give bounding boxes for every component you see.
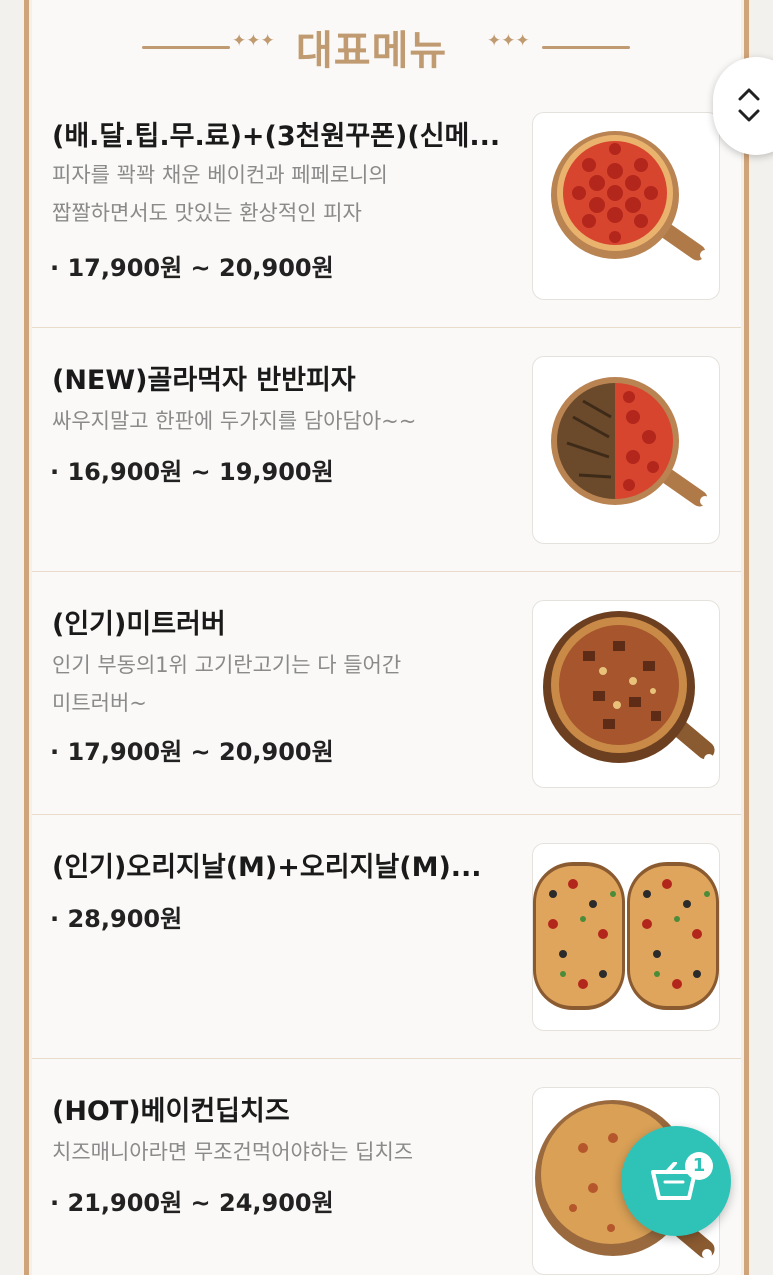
menu-item-price: · 17,900원 ~ 20,900원: [50, 738, 334, 766]
price-value: 28,900원: [67, 905, 183, 933]
menu-item-description: 인기 부동의1위 고기란고기는 다 들어간 미트러버~: [52, 646, 492, 722]
header-ornament-right: ✦✦✦: [487, 31, 530, 51]
price-value: 16,900원 ~ 19,900원: [67, 458, 334, 486]
cart-count-badge: 1: [685, 1152, 713, 1180]
menu-item[interactable]: (인기)미트러버 인기 부동의1위 고기란고기는 다 들어간 미트러버~ · 1…: [32, 572, 741, 815]
menu-item-name: (배.달.팁.무.료)+(3천원꾸폰)(신메...: [52, 121, 501, 152]
description-line: 미트러버~: [52, 691, 147, 715]
description-line: 피자를 꽉꽉 채운 베이컨과 페페로니의: [52, 163, 388, 187]
section-header: ✦✦✦ 대표메뉴 ✦✦✦: [32, 18, 741, 80]
header-line-left: [142, 46, 230, 49]
menu-item-image[interactable]: [532, 356, 720, 544]
menu-item-description: 싸우지말고 한판에 두가지를 담아담아~~: [52, 402, 492, 440]
menu-item-name: (NEW)골라먹자 반반피자: [52, 365, 356, 396]
menu-item-price: · 16,900원 ~ 19,900원: [50, 458, 334, 486]
menu-item[interactable]: (인기)오리지날(M)+오리지날(M)... · 28,900원: [32, 815, 741, 1059]
description-line: 짭짤하면서도 맛있는 환상적인 피자: [52, 201, 362, 225]
menu-item-price: · 28,900원: [50, 905, 183, 933]
pepperoni-pizza-icon: [551, 131, 710, 261]
half-half-pizza-icon: [551, 377, 710, 507]
page-border-right: [741, 0, 751, 1275]
cart-button[interactable]: 1: [621, 1126, 731, 1236]
description-line: 싸우지말고 한판에 두가지를 담아담아~~: [52, 409, 417, 433]
description-line: 인기 부동의1위 고기란고기는 다 들어간: [52, 653, 402, 677]
menu-item-name: (HOT)베이컨딥치즈: [52, 1096, 290, 1127]
menu-item-name: (인기)미트러버: [52, 609, 226, 640]
section-title: 대표메뉴: [296, 28, 448, 74]
menu-item-description: 치즈매니아라면 무조건먹어야하는 딥치즈: [52, 1133, 492, 1171]
menu-item-price: · 21,900원 ~ 24,900원: [50, 1189, 334, 1217]
header-ornament-left: ✦✦✦: [232, 31, 275, 51]
chevron-up-down-icon: [738, 88, 760, 122]
menu-item-price: · 17,900원 ~ 20,900원: [50, 254, 334, 282]
price-value: 17,900원 ~ 20,900원: [67, 254, 334, 282]
menu-item-image[interactable]: [532, 600, 720, 788]
header-line-right: [542, 46, 630, 49]
menu-item-name: (인기)오리지날(M)+오리지날(M)...: [52, 852, 482, 883]
menu-page: ✦✦✦ 대표메뉴 ✦✦✦ (배.달.팁.무.료)+(3천원꾸폰)(신메... 피…: [0, 0, 773, 1275]
menu-item-description: 피자를 꽉꽉 채운 베이컨과 페페로니의 짭짤하면서도 맛있는 환상적인 피자: [52, 156, 492, 232]
menu-item[interactable]: (배.달.팁.무.료)+(3천원꾸폰)(신메... 피자를 꽉꽉 채운 베이컨과…: [32, 100, 741, 328]
menu-item-image[interactable]: [532, 112, 720, 300]
price-value: 21,900원 ~ 24,900원: [67, 1189, 334, 1217]
double-original-pizza-icon: [533, 862, 719, 1010]
meat-lover-pizza-icon: [543, 611, 715, 764]
description-line: 치즈매니아라면 무조건먹어야하는 딥치즈: [52, 1140, 414, 1164]
page-border-left: [22, 0, 32, 1275]
price-value: 17,900원 ~ 20,900원: [67, 738, 334, 766]
menu-item[interactable]: (NEW)골라먹자 반반피자 싸우지말고 한판에 두가지를 담아담아~~ · 1…: [32, 328, 741, 572]
menu-item-image[interactable]: [532, 843, 720, 1031]
